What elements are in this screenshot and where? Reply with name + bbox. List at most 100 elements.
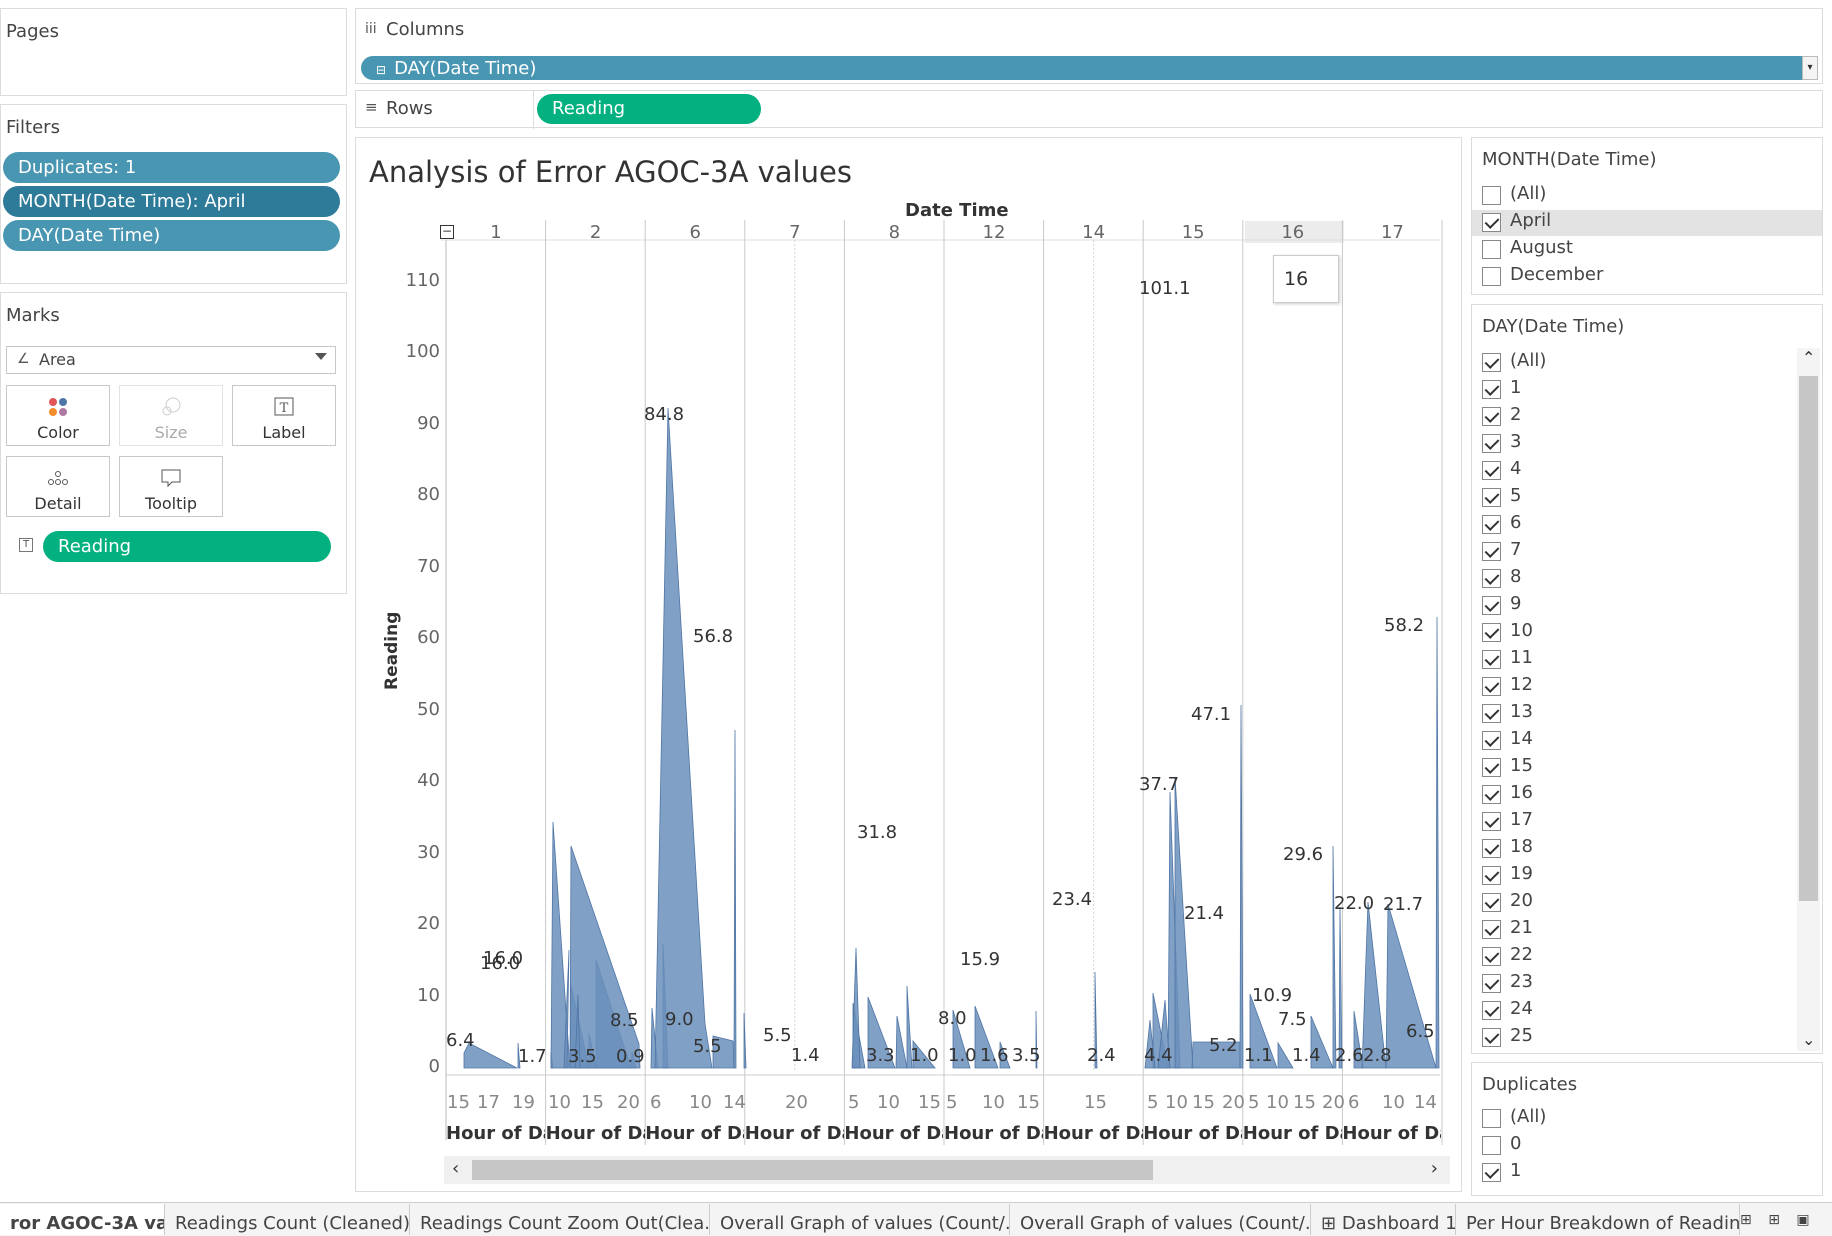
hour-axis-title: Hour of Da..	[645, 1123, 744, 1144]
hour-tick-label: 10	[689, 1092, 712, 1113]
checkbox[interactable]	[1482, 650, 1501, 669]
checkbox[interactable]	[1482, 461, 1501, 480]
area-segment	[1361, 901, 1387, 1069]
hour-tick-label: 15	[1017, 1092, 1040, 1113]
checkbox[interactable]	[1482, 434, 1501, 453]
data-label: 3.3	[866, 1045, 895, 1066]
checkbox[interactable]	[1482, 596, 1501, 615]
checkbox[interactable]	[1482, 542, 1501, 561]
hour-tick-label: 17	[477, 1092, 500, 1113]
scroll-right-icon[interactable]: ›	[1431, 1158, 1438, 1179]
checkbox[interactable]	[1482, 1001, 1501, 1020]
checkbox[interactable]	[1482, 515, 1501, 534]
checkbox[interactable]	[1482, 569, 1501, 588]
checkbox[interactable]	[1482, 623, 1501, 642]
checkbox[interactable]	[1482, 240, 1501, 259]
sheet-tab[interactable]: Overall Graph of values (Count/...	[1010, 1204, 1311, 1235]
day-filter-scrollbar[interactable]: ⌃ ⌄	[1797, 348, 1820, 1051]
area-segment	[1435, 616, 1440, 1069]
sheet-tab[interactable]: Readings Count (Cleaned)	[165, 1204, 410, 1235]
checkbox[interactable]	[1482, 704, 1501, 723]
checkbox[interactable]	[1482, 488, 1501, 507]
area-segment	[1332, 845, 1337, 1069]
area-segment	[895, 1015, 908, 1069]
option-label: 3	[1510, 431, 1522, 452]
hour-axis-title: Hour of Da..	[1043, 1123, 1143, 1144]
checkbox[interactable]	[1482, 812, 1501, 831]
option-label: 13	[1510, 701, 1533, 722]
option-label: 6	[1510, 512, 1522, 533]
data-label: 16.0	[480, 953, 521, 974]
option-label: 23	[1510, 971, 1533, 992]
option-label: 12	[1510, 674, 1533, 695]
data-label: 31.8	[857, 822, 898, 843]
checkbox[interactable]	[1482, 839, 1501, 858]
new-dashboard-icon[interactable]: ⊞	[1768, 1212, 1780, 1228]
hour-axis-title: Hour of Da..	[1143, 1123, 1242, 1144]
checkbox[interactable]	[1482, 1136, 1501, 1155]
scroll-down-icon[interactable]: ⌄	[1802, 1030, 1815, 1049]
checkbox[interactable]	[1482, 731, 1501, 750]
hour-tick-label: 15	[1084, 1092, 1107, 1113]
option-label: 19	[1510, 863, 1533, 884]
tab-bar-icons: ⊞ ⊞ ▣	[1740, 1212, 1832, 1232]
hour-axis-title: Hour of Da..	[844, 1123, 943, 1144]
data-label: 8.0	[938, 1008, 967, 1029]
checkbox[interactable]	[1482, 866, 1501, 885]
option-label: 4	[1510, 458, 1522, 479]
option-label: December	[1510, 264, 1604, 285]
hour-tick-label: 15	[1192, 1092, 1215, 1113]
hour-tick-label: 10	[1382, 1092, 1405, 1113]
scroll-left-icon[interactable]: ‹	[452, 1158, 459, 1179]
sheet-tab[interactable]: Readings Count Zoom Out(Clea...	[410, 1204, 710, 1235]
checkbox[interactable]	[1482, 1163, 1501, 1182]
checkbox[interactable]	[1482, 920, 1501, 939]
dashboard-icon: ⊞	[1321, 1213, 1342, 1234]
tooltip-popup: 16	[1273, 255, 1339, 303]
sheet-tab[interactable]: Overall Graph of values (Count/...	[710, 1204, 1010, 1235]
sheet-tab[interactable]: Per Hour Breakdown of Readings	[1456, 1204, 1740, 1235]
hour-tick-label: 15	[581, 1092, 604, 1113]
data-label: 84.8	[644, 404, 685, 425]
new-sheet-icon[interactable]: ⊞	[1740, 1212, 1752, 1228]
checkbox[interactable]	[1482, 974, 1501, 993]
option-label: 9	[1510, 593, 1522, 614]
checkbox[interactable]	[1482, 353, 1501, 372]
day-filter-title: DAY(Date Time)	[1482, 316, 1625, 337]
checkbox[interactable]	[1482, 267, 1501, 286]
new-story-icon[interactable]: ▣	[1796, 1212, 1809, 1228]
hour-tick-label: 5	[946, 1092, 958, 1113]
hour-axis-title: Hour of Da..	[1342, 1123, 1441, 1144]
checkbox[interactable]	[1482, 186, 1501, 205]
hour-axis-title: Hour of Da..	[944, 1123, 1043, 1144]
sheet-tab-label: Readings Count Zoom Out(Clea...	[420, 1213, 710, 1234]
data-label: 1.6	[980, 1045, 1009, 1066]
option-label: 15	[1510, 755, 1533, 776]
hscroll-thumb[interactable]	[472, 1160, 1153, 1180]
scroll-up-icon[interactable]: ⌃	[1802, 348, 1815, 367]
data-label: 15.9	[960, 949, 1001, 970]
checkbox[interactable]	[1482, 407, 1501, 426]
checkbox[interactable]	[1482, 1109, 1501, 1128]
checkbox[interactable]	[1482, 758, 1501, 777]
checkbox[interactable]	[1482, 380, 1501, 399]
checkbox[interactable]	[1482, 213, 1501, 232]
data-label: 1.0	[910, 1045, 939, 1066]
day-scroll-thumb[interactable]	[1799, 376, 1818, 901]
sheet-tab[interactable]: ror AGOC-3A val...	[0, 1204, 165, 1235]
checkbox[interactable]	[1482, 785, 1501, 804]
data-label: 22.0	[1334, 893, 1375, 914]
chart-hscrollbar[interactable]: ‹ ›	[444, 1156, 1450, 1184]
data-label: 1.1	[1244, 1045, 1273, 1066]
hour-tick-label: 6	[1348, 1092, 1360, 1113]
tooltip-text: 16	[1284, 268, 1309, 290]
option-label: 2	[1510, 404, 1522, 425]
data-label: 21.4	[1184, 903, 1225, 924]
checkbox[interactable]	[1482, 1028, 1501, 1047]
sheet-tab[interactable]: ⊞ Dashboard 1	[1311, 1204, 1456, 1235]
checkbox[interactable]	[1482, 677, 1501, 696]
checkbox[interactable]	[1482, 893, 1501, 912]
checkbox[interactable]	[1482, 947, 1501, 966]
option-label: (All)	[1510, 1106, 1547, 1127]
data-label: 1.7	[518, 1046, 547, 1067]
